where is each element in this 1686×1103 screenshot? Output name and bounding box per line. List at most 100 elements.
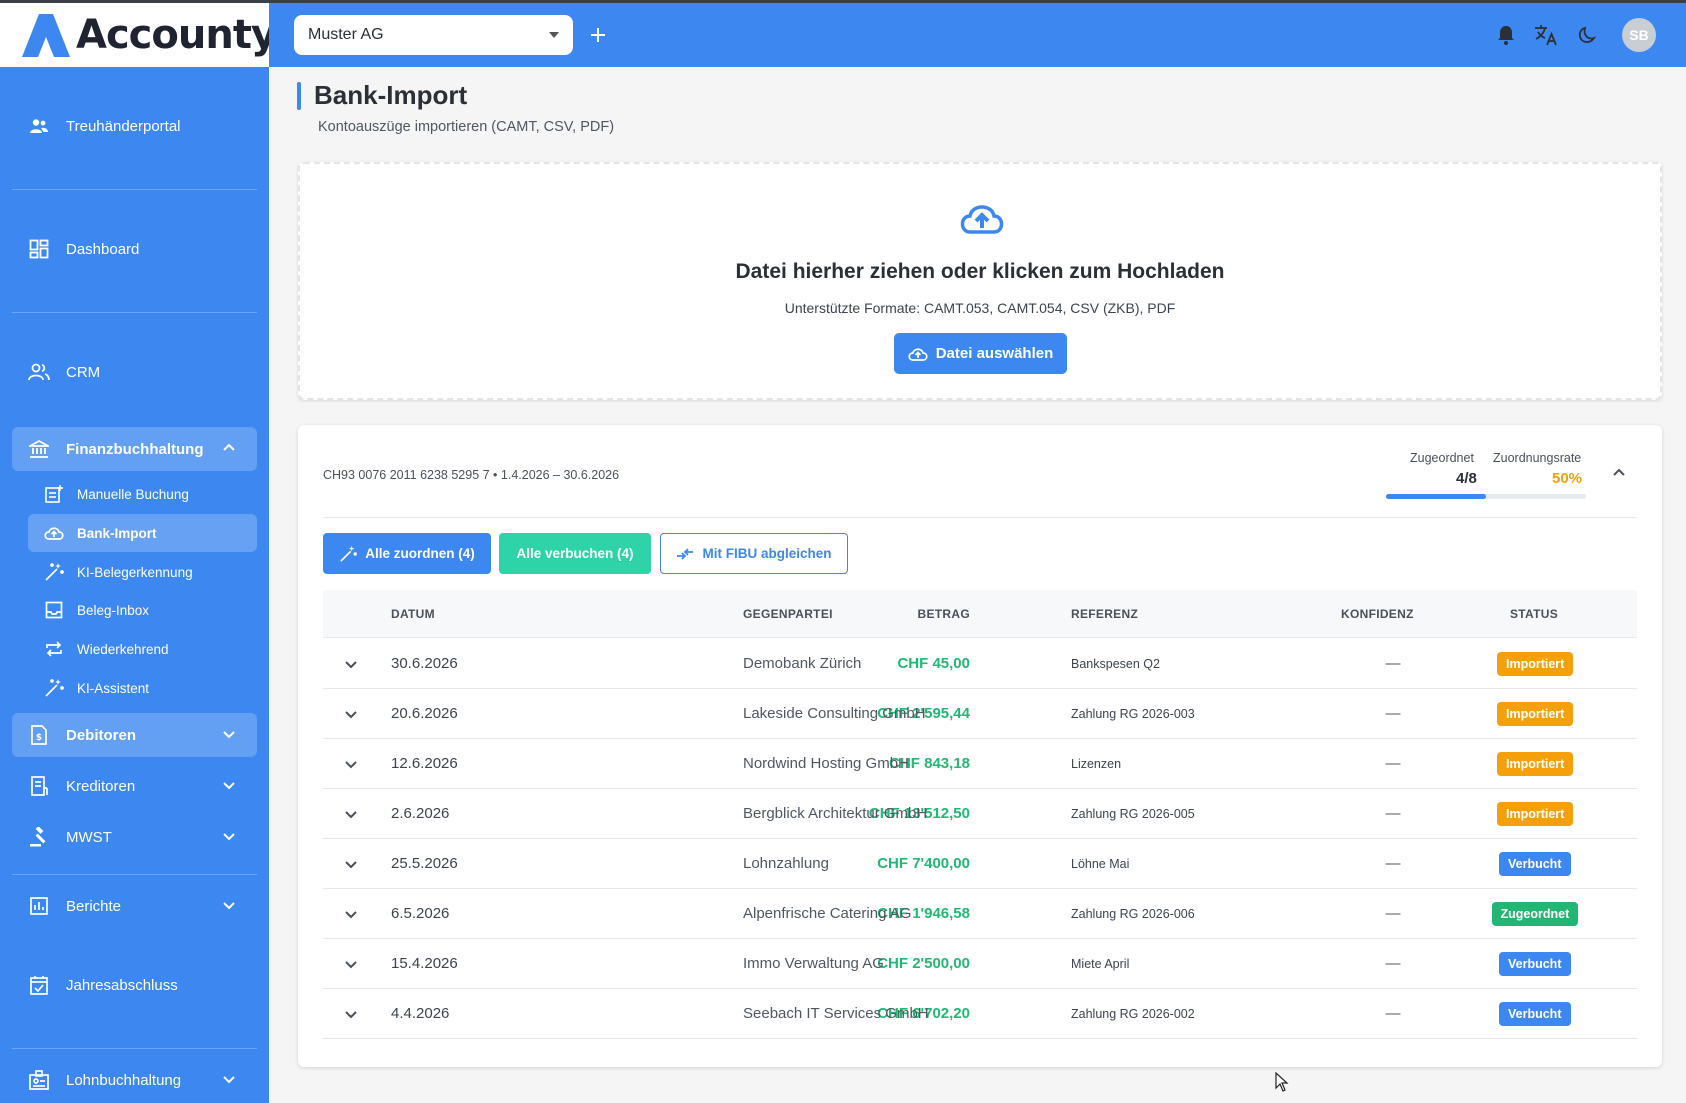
notifications-button[interactable] xyxy=(1492,21,1520,49)
sidebar-item-finanzbuchhaltung[interactable]: Finanzbuchhaltung xyxy=(12,427,257,471)
badge-icon xyxy=(28,1069,50,1091)
row-amount: CHF 45,00 xyxy=(897,655,970,672)
column-header-status[interactable]: STATUS xyxy=(1510,607,1558,621)
expand-chevron-down-icon[interactable] xyxy=(342,855,360,873)
sidebar-item-label: Dashboard xyxy=(66,240,140,258)
account-info: CH93 0076 2011 6238 5295 7 • 1.4.2026 – … xyxy=(323,468,620,482)
dark-mode-toggle[interactable] xyxy=(1574,21,1602,49)
sidebar-item-treuhaenderportal[interactable]: Treuhänderportal xyxy=(12,104,257,148)
language-button[interactable] xyxy=(1532,21,1560,49)
sidebar-subitem-manuelle-buchung[interactable]: Manuelle Buchung xyxy=(28,475,257,513)
row-confidence: — xyxy=(1385,705,1401,722)
mouse-cursor-icon xyxy=(1275,1072,1289,1092)
note-add-icon xyxy=(43,483,65,505)
row-reference: Zahlung RG 2026-003 xyxy=(1071,707,1195,721)
table-row[interactable]: 20.6.2026 CHF 2'595,44 Lakeside Consulting… xyxy=(323,689,1637,739)
company-select[interactable]: Muster AG xyxy=(294,15,573,55)
cloud-upload-icon xyxy=(960,205,1004,234)
sidebar-item-jahresabschluss[interactable]: Jahresabschluss xyxy=(12,963,257,1007)
select-file-button[interactable]: Datei auswählen xyxy=(894,333,1067,374)
row-reference: Miete April xyxy=(1071,957,1130,971)
sidebar-subitem-label: KI-Belegerkennung xyxy=(77,564,193,580)
assignment-progress xyxy=(1386,494,1586,499)
add-company-button[interactable] xyxy=(584,21,612,49)
moon-icon xyxy=(1578,26,1597,43)
assign-all-button[interactable]: Alle zuordnen (4) xyxy=(323,533,491,574)
status-badge: Importiert xyxy=(1497,702,1574,726)
sidebar-item-dashboard[interactable]: Dashboard xyxy=(12,227,257,271)
sidebar-item-label: Lohnbuchhaltung xyxy=(66,1071,182,1089)
magic-wand-icon xyxy=(43,677,65,699)
receipt-icon xyxy=(28,775,50,797)
sidebar-item-debitoren[interactable]: $ Debitoren xyxy=(12,713,257,757)
column-header-party[interactable]: GEGENPARTEI xyxy=(743,607,833,621)
expand-chevron-down-icon[interactable] xyxy=(342,705,360,723)
expand-chevron-down-icon[interactable] xyxy=(342,655,360,673)
expand-chevron-down-icon[interactable] xyxy=(342,955,360,973)
sidebar-item-label: Kreditoren xyxy=(66,777,136,795)
assigned-value: 4/8 xyxy=(1456,470,1477,487)
user-avatar[interactable]: SB xyxy=(1622,18,1656,52)
bar-chart-icon xyxy=(28,895,50,917)
expand-chevron-down-icon[interactable] xyxy=(342,755,360,773)
sidebar-subitem-bank-import[interactable]: Bank-Import xyxy=(28,514,257,552)
bell-icon xyxy=(1498,26,1514,45)
calendar-check-icon xyxy=(28,974,50,996)
sidebar-item-crm[interactable]: CRM xyxy=(12,350,257,394)
magic-wand-icon xyxy=(43,561,65,583)
sidebar-divider xyxy=(12,312,257,313)
sidebar-subitem-ki-assistent[interactable]: KI-Assistent xyxy=(28,669,257,707)
row-counterparty: Lakeside Consulting GmbH xyxy=(743,705,926,722)
column-header-date[interactable]: DATUM xyxy=(391,607,435,621)
row-counterparty: Nordwind Hosting GmbH xyxy=(743,755,909,772)
reconcile-fibu-button[interactable]: Mit FIBU abgleichen xyxy=(660,533,848,574)
row-date: 4.4.2026 xyxy=(391,1005,450,1022)
expand-chevron-down-icon[interactable] xyxy=(342,805,360,823)
sidebar-item-mwst[interactable]: MWST xyxy=(12,815,257,859)
file-dropzone[interactable]: Datei hierher ziehen oder klicken zum Ho… xyxy=(298,162,1662,400)
chevron-down-icon xyxy=(223,1076,235,1084)
page-title-accent xyxy=(297,82,301,110)
column-header-amount[interactable]: BETRAG xyxy=(918,607,970,621)
sidebar-item-label: Treuhänderportal xyxy=(66,117,181,135)
sidebar-item-label: Debitoren xyxy=(66,726,137,744)
table-row[interactable]: 2.6.2026 CHF 13'512,50 Bergblick Architekt… xyxy=(323,789,1637,839)
sidebar-item-lohnbuchhaltung[interactable]: Lohnbuchhaltung xyxy=(12,1058,257,1102)
sidebar-subitem-beleg-inbox[interactable]: Beleg-Inbox xyxy=(28,591,257,629)
sidebar-item-berichte[interactable]: Berichte xyxy=(12,884,257,928)
column-header-confidence[interactable]: KONFIDENZ xyxy=(1341,607,1414,621)
company-select-value: Muster AG xyxy=(308,26,384,43)
table-row[interactable]: 15.4.2026 CHF 2'500,00 Immo Verwaltung AG M… xyxy=(323,939,1637,989)
table-row[interactable]: 30.6.2026 CHF 45,00 Demobank Zürich Bankspe… xyxy=(323,639,1637,689)
table-row[interactable]: 12.6.2026 CHF 843,18 Nordwind Hosting GmbH… xyxy=(323,739,1637,789)
table-row[interactable]: 6.5.2026 CHF 1'946,58 Alpenfrische Caterin… xyxy=(323,889,1637,939)
sidebar-subitem-label: Bank-Import xyxy=(77,525,157,541)
expand-chevron-down-icon[interactable] xyxy=(342,1005,360,1023)
status-badge: Importiert xyxy=(1497,802,1574,826)
rate-label: Zuordnungsrate xyxy=(1493,451,1582,465)
sidebar-item-kreditoren[interactable]: Kreditoren xyxy=(12,764,257,808)
translate-icon xyxy=(1535,25,1557,46)
bank-icon xyxy=(28,438,50,460)
sidebar-subitem-ki-belegerkennung[interactable]: KI-Belegerkennung xyxy=(28,553,257,591)
reconcile-fibu-label: Mit FIBU abgleichen xyxy=(702,546,832,561)
app-logo[interactable]: Accounty xyxy=(0,3,269,67)
collapse-chevron-up-icon[interactable] xyxy=(1609,463,1629,483)
column-header-reference[interactable]: REFERENZ xyxy=(1071,607,1138,621)
row-reference: Bankspesen Q2 xyxy=(1071,657,1160,671)
sidebar-subitem-wiederkehrend[interactable]: Wiederkehrend xyxy=(28,630,257,668)
table-row[interactable]: 25.5.2026 CHF 7'400,00 Lohnzahlung Löhne Ma… xyxy=(323,839,1637,889)
table-row[interactable]: 4.4.2026 CHF 6'702,20 Seebach IT Services … xyxy=(323,989,1637,1039)
card-divider xyxy=(323,517,1637,518)
status-badge: Verbucht xyxy=(1499,952,1571,976)
row-date: 25.5.2026 xyxy=(391,855,458,872)
sidebar: Accounty Treuhänderportal Dashboard CRM … xyxy=(0,0,269,1103)
sidebar-divider xyxy=(12,874,257,875)
expand-chevron-down-icon[interactable] xyxy=(342,905,360,923)
book-all-button[interactable]: Alle verbuchen (4) xyxy=(499,533,651,574)
invoice-icon: $ xyxy=(28,724,50,746)
status-badge: Importiert xyxy=(1497,652,1574,676)
row-reference: Zahlung RG 2026-005 xyxy=(1071,807,1195,821)
users-icon xyxy=(28,361,50,383)
row-counterparty: Lohnzahlung xyxy=(743,855,829,872)
